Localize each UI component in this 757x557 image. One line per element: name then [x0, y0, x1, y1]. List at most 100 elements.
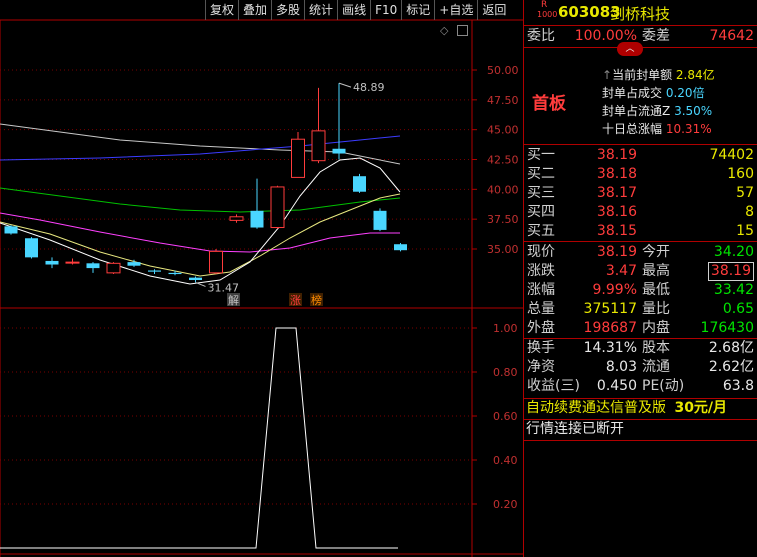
fund-label: 收益(三) [527, 378, 580, 394]
ma-line-white [0, 157, 401, 285]
ma-line-yellow [0, 193, 401, 277]
candle-body [394, 244, 407, 251]
price-tick-label: 45.00 [487, 124, 519, 137]
fund-value-2: 63.8 [722, 378, 754, 394]
price-tick-label: 40.00 [487, 183, 519, 196]
candle-body [86, 263, 100, 269]
window-toggle-icon[interactable] [457, 25, 468, 36]
candle-body [250, 210, 264, 228]
fund-label: 换手 [527, 340, 555, 356]
shouban-item-3: 封单占流通Z 3.50% [602, 104, 713, 118]
buy-level-price: 38.16 [596, 204, 637, 220]
candle-body [311, 130, 326, 162]
fund-value: 8.03 [605, 359, 637, 375]
kline-chart[interactable]: 50.00 47.50 45.00 42.50 40.00 37.50 35.00 1.00 0… [0, 0, 523, 557]
candle-body [148, 270, 161, 272]
price-tick-label: 47.50 [487, 94, 519, 107]
buy-level-label: 买五 [527, 223, 555, 239]
buy-level-price: 38.15 [596, 223, 637, 239]
price-tick-label: 35.00 [487, 243, 519, 256]
weibi-label: 委比 [527, 28, 555, 44]
quote-row: 外盘 198687 内盘 176430 [524, 319, 757, 338]
quote-value: 375117 [583, 301, 637, 317]
buy-level-volume: 74402 [709, 147, 754, 163]
quote-row: 涨幅 9.99% 最低 33.42 [524, 281, 757, 300]
toolbar-mark-button[interactable]: 标记 [401, 0, 434, 20]
quote-value: 3.47 [605, 263, 637, 279]
shouban-item-4: 十日总涨幅 10.31% [602, 122, 712, 136]
price-tick-label: 42.50 [487, 154, 519, 167]
fundamental-row: 换手 14.31% 股本 2.68亿 [524, 339, 757, 358]
toolbar-stats-button[interactable]: 统计 [304, 0, 337, 20]
quote-row: 总量 375117 量比 0.65 [524, 300, 757, 319]
candle-body [229, 216, 244, 221]
ad-price: 30元/月 [674, 400, 728, 416]
quote-label-2: 今开 [642, 244, 670, 260]
subscription-ad-link[interactable]: 自动续费通达信普及版 30元/月 [526, 399, 727, 418]
toolbar-add-watchlist-button[interactable]: +自选 [434, 0, 477, 20]
candle-body [168, 272, 182, 275]
ma-line-blue [0, 135, 401, 161]
buy-level-price: 38.18 [596, 166, 637, 182]
collapse-chevron-icon[interactable]: ︿ [617, 42, 643, 56]
price-tick-label: 37.50 [487, 213, 519, 226]
quote-row: 现价 38.19 今开 34.20 [524, 243, 757, 262]
weicha-label: 委差 [642, 28, 670, 44]
toolbar-fuquan-button[interactable]: 复权 [205, 0, 238, 20]
fund-value: 14.31% [583, 340, 637, 356]
indicator-signal-line [0, 327, 398, 549]
quote-panel: R 1000 603083 剑桥科技 委比 100.00% 委差 74642 ︿… [523, 0, 757, 557]
fund-label-2: PE(动) [642, 378, 685, 394]
buy-level-volume: 57 [736, 185, 754, 201]
fund-value: 0.450 [596, 378, 637, 394]
ad-text: 自动续费通达信普及版 [526, 400, 666, 416]
fund-label-2: 流通 [642, 359, 670, 375]
buy-level-label: 买三 [527, 185, 555, 201]
shouban-title: 首板 [532, 94, 566, 114]
shouban-details: ↑当前封单额 2.84亿 封单占成交 0.20倍 封单占流通Z 3.50% 十日… [602, 66, 715, 138]
toolbar-f10-button[interactable]: F10 [370, 0, 401, 20]
buy-level-price: 38.19 [596, 147, 637, 163]
quote-value-2: 176430 [700, 320, 754, 336]
fund-label: 净资 [527, 359, 555, 375]
quote-label: 外盘 [527, 320, 555, 336]
connection-status: 行情连接已断开 [526, 421, 624, 437]
buy-level-row[interactable]: 买二 38.18 160 [524, 165, 757, 184]
buy-level-price: 38.17 [596, 185, 637, 201]
fundamental-row: 净资 8.03 流通 2.62亿 [524, 358, 757, 377]
candle-body [65, 261, 80, 264]
quote-value: 38.19 [596, 244, 637, 260]
fund-value-2: 2.62亿 [708, 359, 754, 375]
r-badge: R [541, 0, 548, 10]
candle-body [291, 138, 305, 178]
indicator-tick-label: 1.00 [493, 322, 518, 335]
event-marker-label: 解 [228, 293, 239, 307]
candle-body [353, 176, 366, 192]
toolbar-back-button[interactable]: 返回 [477, 0, 510, 20]
candle-body [189, 277, 202, 281]
quote-label-2: 最高 [642, 263, 670, 279]
buy-level-row[interactable]: 买四 38.16 8 [524, 203, 757, 222]
candle-body [332, 148, 346, 154]
candle-body [209, 250, 223, 274]
toolbar-multistock-button[interactable]: 多股 [271, 0, 304, 20]
buy-level-row[interactable]: 买三 38.17 57 [524, 184, 757, 203]
toolbar-overlay-button[interactable]: 叠加 [238, 0, 271, 20]
indicator-tick-label: 0.20 [493, 498, 518, 511]
buy-level-row[interactable]: 买五 38.15 15 [524, 222, 757, 241]
candle-body [270, 186, 285, 229]
buy-level-row[interactable]: 买一 38.19 74402 [524, 146, 757, 165]
toolbar-draw-button[interactable]: 画线 [337, 0, 370, 20]
quote-label: 涨幅 [527, 282, 555, 298]
quote-label-2: 内盘 [642, 320, 670, 336]
indicator-tick-label: 0.60 [493, 410, 518, 423]
shouban-item-1: ↑当前封单额 2.84亿 [602, 68, 715, 82]
quote-label-2: 最低 [642, 282, 670, 298]
quote-label: 涨跌 [527, 263, 555, 279]
quote-label: 现价 [527, 244, 555, 260]
price-tick-label: 50.00 [487, 64, 519, 77]
fund-value-2: 2.68亿 [708, 340, 754, 356]
candle-body [373, 210, 387, 230]
diamond-icon[interactable]: ◇ [440, 24, 448, 37]
candle-body [25, 238, 38, 258]
